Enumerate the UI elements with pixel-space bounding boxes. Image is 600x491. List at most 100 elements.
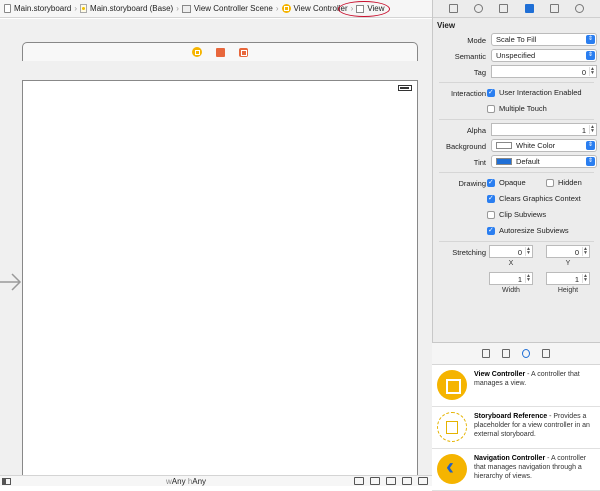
storyboard-canvas[interactable] — [0, 19, 432, 480]
object-library: View Controller - A controller that mana… — [432, 342, 600, 491]
stretch-x-field[interactable]: 0 ▲ ▼ — [489, 245, 533, 258]
crumb-label: Main.storyboard (Base) — [90, 4, 174, 13]
tint-label: Tint — [473, 158, 486, 167]
stepper-icon[interactable]: ▲ ▼ — [582, 274, 588, 283]
chevron-updown-icon: ⇕ — [586, 51, 595, 60]
stepper-icon[interactable]: ▲ ▼ — [525, 247, 531, 256]
code-snippet-icon[interactable] — [502, 349, 510, 358]
stepper-icon[interactable]: ▲ ▼ — [525, 274, 531, 283]
document-outline-toggle-icon[interactable] — [2, 478, 11, 485]
alpha-field[interactable]: 1 ▲ ▼ — [491, 123, 597, 136]
battery-icon — [398, 85, 412, 91]
crumb-scene[interactable]: View Controller Scene — [181, 4, 273, 13]
tint-popup[interactable]: Default ⇕ — [491, 155, 597, 168]
tag-field[interactable]: 0 ▲ ▼ — [491, 65, 597, 78]
stepper-icon[interactable]: ▲ ▼ — [582, 247, 588, 256]
library-item-storyboard-reference[interactable]: Storyboard Reference - Provides a placeh… — [432, 407, 600, 449]
object-library-icon[interactable] — [522, 349, 530, 358]
resizing-icon[interactable] — [418, 477, 428, 485]
chevron-right-icon: › — [74, 4, 78, 13]
hidden-checkbox[interactable] — [546, 179, 554, 187]
size-row: 1 ▲ ▼ 1 ▲ ▼ — [433, 271, 600, 287]
chevron-updown-icon: ⇕ — [586, 141, 595, 150]
divider — [439, 82, 594, 83]
multiple-touch-label: Multiple Touch — [499, 104, 547, 113]
crumb-main-storyboard[interactable]: Main.storyboard — [4, 4, 71, 13]
media-library-icon[interactable] — [542, 349, 550, 358]
width-value: 1 — [517, 275, 522, 284]
chevron-updown-icon: ⇕ — [586, 35, 595, 44]
library-item-text: View Controller - A controller that mana… — [474, 370, 596, 388]
attributes-inspector-icon[interactable] — [524, 4, 534, 13]
size-class-selector[interactable]: wAny hAny — [166, 477, 206, 486]
alpha-value: 1 — [581, 126, 586, 135]
semantic-row: Semantic Unspecified ⇕ — [433, 48, 600, 64]
stretch-width-field[interactable]: 1 ▲ ▼ — [489, 272, 533, 285]
pin-icon[interactable] — [386, 477, 396, 485]
color-swatch — [496, 158, 512, 165]
connections-inspector-icon[interactable] — [574, 4, 584, 13]
multiple-touch-checkbox[interactable] — [487, 105, 495, 113]
library-tabs — [432, 343, 600, 365]
stepper-icon[interactable]: ▲ ▼ — [589, 125, 595, 134]
stack-icon[interactable] — [354, 477, 364, 485]
crumb-label: Main.storyboard — [14, 4, 72, 13]
stretching-row: Stretching 0 ▲ ▼ 0 ▲ ▼ — [433, 244, 600, 260]
tag-label: Tag — [473, 68, 486, 77]
drawing-row: Drawing Opaque Hidden — [433, 175, 600, 191]
exit-icon[interactable] — [239, 47, 248, 57]
clip-checkbox[interactable] — [487, 211, 495, 219]
color-swatch — [496, 142, 512, 149]
chevron-right-icon: › — [275, 4, 279, 13]
stretch-y-field[interactable]: 0 ▲ ▼ — [546, 245, 590, 258]
clip-label: Clip Subviews — [499, 210, 547, 219]
clears-label: Clears Graphics Context — [499, 194, 581, 203]
user-interaction-checkbox[interactable] — [487, 88, 495, 97]
user-interaction-label: User Interaction Enabled — [499, 88, 582, 97]
scene-icon — [181, 4, 191, 13]
semantic-popup[interactable]: Unspecified ⇕ — [491, 49, 597, 62]
chevron-right-icon: › — [176, 4, 179, 13]
library-item-title: Navigation Controller — [474, 455, 546, 462]
background-label: Background — [445, 142, 486, 151]
semantic-value: Unspecified — [496, 51, 536, 60]
size-inspector-icon[interactable] — [549, 4, 559, 13]
quick-help-icon[interactable] — [474, 4, 484, 13]
highlight-annotation — [338, 1, 390, 17]
view-controller-view[interactable] — [22, 80, 418, 480]
view-controller-icon — [437, 370, 467, 400]
size-class-h-value: Any — [192, 477, 207, 486]
x-label: X — [508, 260, 514, 267]
xy-labels-row: X Y — [433, 260, 600, 271]
opaque-checkbox[interactable] — [487, 178, 495, 187]
storyboard-reference-icon — [437, 412, 467, 442]
resolve-icon[interactable] — [402, 477, 412, 485]
inspector-tabs — [433, 0, 600, 18]
tag-row: Tag 0 ▲ ▼ — [433, 64, 600, 80]
clears-checkbox[interactable] — [487, 194, 495, 203]
background-value: White Color — [516, 141, 556, 150]
entry-point-arrow-icon[interactable] — [0, 271, 22, 293]
divider — [439, 241, 594, 242]
file-template-icon[interactable] — [482, 349, 490, 358]
align-icon[interactable] — [370, 477, 380, 485]
library-item-navigation-controller[interactable]: Navigation Controller - A controller tha… — [432, 449, 600, 491]
view-controller-icon[interactable] — [192, 47, 202, 57]
scene-dock[interactable] — [22, 42, 418, 61]
stretch-height-field[interactable]: 1 ▲ ▼ — [546, 272, 590, 285]
clip-row: Clip Subviews — [433, 207, 600, 223]
crumb-main-storyboard-base[interactable]: Main.storyboard (Base) — [80, 4, 173, 13]
first-responder-icon[interactable] — [216, 47, 225, 57]
layout-tools — [354, 477, 428, 485]
mode-popup[interactable]: Scale To Fill ⇕ — [491, 33, 597, 46]
library-item-view-controller[interactable]: View Controller - A controller that mana… — [432, 365, 600, 407]
library-item-text: Navigation Controller - A controller tha… — [474, 454, 596, 481]
size-class-w-value: Any — [171, 477, 186, 486]
storyboard-icon — [80, 4, 88, 13]
autoresize-checkbox[interactable] — [487, 226, 495, 235]
file-inspector-icon[interactable] — [449, 4, 459, 13]
background-popup[interactable]: White Color ⇕ — [491, 139, 597, 152]
section-title: View — [437, 21, 456, 30]
stepper-icon[interactable]: ▲ ▼ — [589, 67, 595, 76]
identity-inspector-icon[interactable] — [499, 4, 509, 13]
